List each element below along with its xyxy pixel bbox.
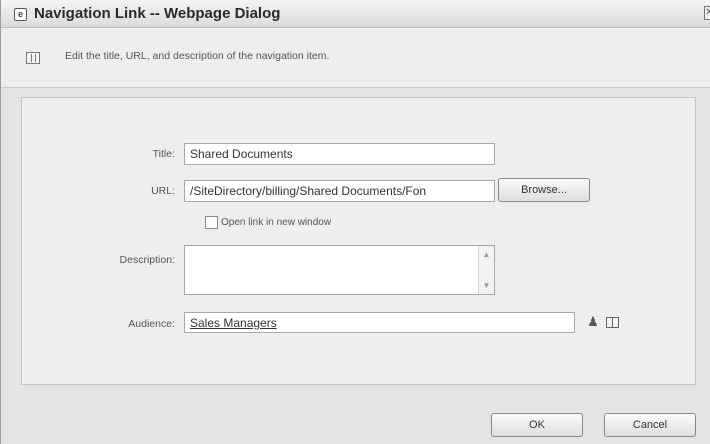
dialog-footer: OK Cancel <box>1 395 710 444</box>
address-book-icon[interactable] <box>606 317 619 328</box>
url-input[interactable]: /SiteDirectory/billing/Shared Documents/… <box>184 180 495 202</box>
scroll-up-icon[interactable]: ▲ <box>481 249 492 260</box>
open-new-window-checkbox[interactable] <box>205 216 218 229</box>
header-description: Edit the title, URL, and description of … <box>65 50 330 62</box>
header-strip: Edit the title, URL, and description of … <box>1 28 710 88</box>
browse-button[interactable]: Browse... <box>498 178 590 202</box>
dialog-window: e Navigation Link -- Webpage Dialog ✕ Ed… <box>0 0 710 444</box>
people-picker-icon[interactable]: ♟ <box>586 315 600 329</box>
description-textarea[interactable]: ▲ ▼ <box>184 245 495 295</box>
window-title: Navigation Link -- Webpage Dialog <box>34 5 281 22</box>
title-label: Title: <box>152 148 175 160</box>
description-scrollbar[interactable]: ▲ ▼ <box>478 246 494 294</box>
ok-button[interactable]: OK <box>491 413 583 437</box>
list-icon <box>26 52 40 64</box>
open-new-window-label: Open link in new window <box>221 217 332 228</box>
title-input[interactable]: Shared Documents <box>184 143 495 165</box>
url-label: URL: <box>151 185 175 197</box>
title-bar: e Navigation Link -- Webpage Dialog ✕ <box>1 0 710 28</box>
form-panel: Title: Shared Documents URL: /SiteDirect… <box>21 97 696 385</box>
page-icon: e <box>14 8 27 21</box>
close-icon[interactable]: ✕ <box>704 6 710 20</box>
description-label: Description: <box>119 254 175 266</box>
scroll-down-icon[interactable]: ▼ <box>481 280 492 291</box>
audience-input[interactable]: Sales Managers <box>184 312 575 333</box>
audience-label: Audience: <box>128 318 175 330</box>
cancel-button[interactable]: Cancel <box>604 413 696 437</box>
